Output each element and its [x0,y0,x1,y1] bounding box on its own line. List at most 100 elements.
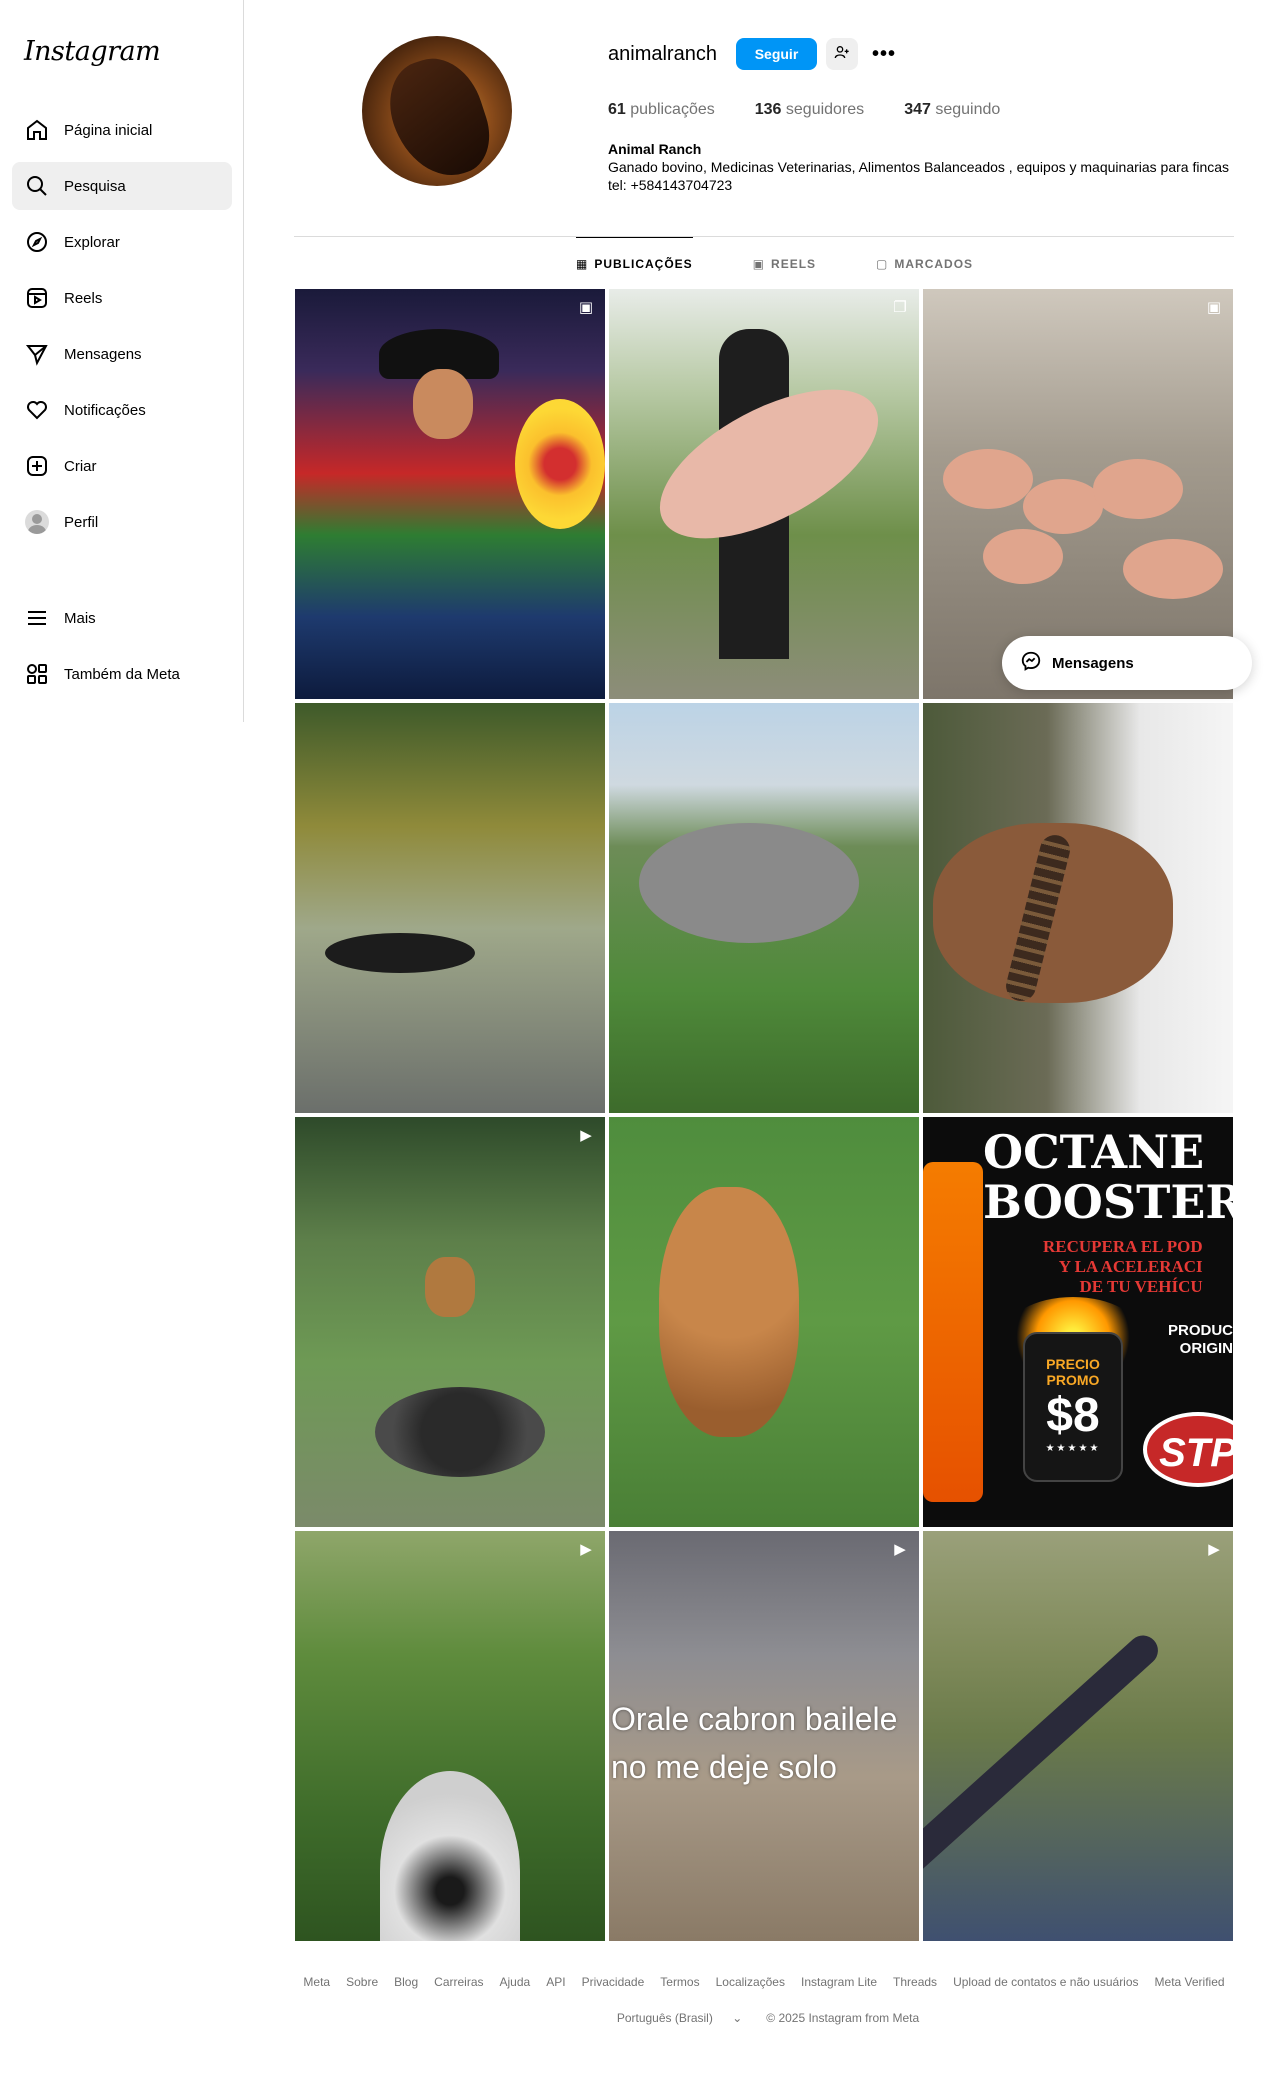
following-number: 347 [904,101,931,118]
post-tile[interactable] [923,703,1233,1113]
sidebar-item-home[interactable]: Página inicial [12,106,232,154]
sidebar-item-create[interactable]: Criar [12,442,232,490]
post-tile[interactable]: Orale cabron bailele no me deje solo ▶ [609,1531,919,1941]
post-tile[interactable]: ▣ [295,289,605,699]
posts-count: 61 publicações [608,101,715,119]
profile-bio: Ganado bovino, Medicinas Veterinarias, A… [608,158,1248,194]
sidebar-item-label: Mais [64,609,96,627]
post-tile[interactable]: ▶ [295,1117,605,1527]
price-tag-value: $8 [1046,1389,1100,1442]
ad-product-line: PRODUC [1167,1322,1233,1339]
sidebar-item-more[interactable]: Mais [12,594,232,642]
posts-grid: ▣ ❐ ▣ ▶ OCTANE BOOSTER RECUPERA EL POD Y L… [295,289,1233,1941]
horse-head-image [377,47,501,186]
search-icon [24,173,50,199]
post-tile[interactable]: ▶ [295,1531,605,1941]
post-tile[interactable]: ❐ [609,289,919,699]
follow-button[interactable]: Seguir [736,38,817,70]
tab-tagged[interactable]: ▢ MARCADOS [876,237,973,289]
menu-icon [24,605,50,631]
messenger-icon [1020,650,1052,676]
footer-link[interactable]: API [546,1975,565,1989]
footer-link[interactable]: Termos [660,1975,699,1989]
footer-link[interactable]: Sobre [346,1975,378,1989]
messages-floating-button[interactable]: Mensagens [1002,636,1252,690]
post-tile[interactable]: ▶ [923,1531,1233,1941]
send-icon [24,341,50,367]
footer-link[interactable]: Threads [893,1975,937,1989]
horse-shape [639,823,859,943]
tab-posts[interactable]: ▦ PUBLICAÇÕES [576,237,693,289]
compass-icon [24,229,50,255]
posts-label: publicações [630,101,715,118]
sidebar-item-label: Explorar [64,233,120,251]
bottle-shape [923,1162,983,1502]
copyright: © 2025 Instagram from Meta [766,2011,920,2025]
carousel-badge-icon: ❐ [893,299,907,316]
post-tile[interactable]: OCTANE BOOSTER RECUPERA EL POD Y LA ACELER… [923,1117,1233,1527]
footer-links: Meta Sobre Blog Carreiras Ajuda API Priv… [295,1975,1233,1989]
reel-badge-icon: ▣ [578,299,594,316]
profile-picture[interactable] [362,36,512,186]
stp-logo: STP [1143,1412,1233,1487]
followers-count[interactable]: 136 seguidores [755,101,864,119]
ad-title-line: BOOSTER [983,1175,1233,1229]
tab-reels[interactable]: ▣ REELS [753,237,816,289]
profile-username: animalranch [608,43,717,65]
add-person-icon [834,44,850,65]
footer-link[interactable]: Instagram Lite [801,1975,877,1989]
play-icon: ▶ [580,1127,592,1144]
sidebar-item-meta[interactable]: Também da Meta [12,650,232,698]
footer-link[interactable]: Upload de contatos e não usuários [953,1975,1138,1989]
post-tile[interactable] [295,703,605,1113]
chevron-down-icon: ⌄ [732,2011,743,2025]
play-icon: ▶ [580,1541,592,1558]
horse-ears-shape [380,1771,520,1941]
language-select[interactable]: Português (Brasil) ⌄ [609,2011,750,2025]
ad-product-text: PRODUC ORIGIN [1168,1322,1233,1358]
sidebar-item-explore[interactable]: Explorar [12,218,232,266]
sidebar-item-profile[interactable]: Perfil [12,498,232,546]
sidebar-item-label: Pesquisa [64,177,126,195]
footer-link[interactable]: Meta Verified [1155,1975,1225,1989]
stick-shape [923,1629,1165,1933]
pig-shape [1093,459,1183,519]
pig-shape [1123,539,1223,599]
sidebar-item-notifications[interactable]: Notificações [12,386,232,434]
sidebar-item-messages[interactable]: Mensagens [12,330,232,378]
tagged-icon: ▢ [876,256,889,271]
price-tag-label: PRECIO PROMO [1046,1356,1100,1388]
face-shape [413,369,473,439]
post-tile[interactable] [609,1117,919,1527]
profile-full-name: Animal Ranch [608,141,702,157]
footer-link[interactable]: Carreiras [434,1975,483,1989]
sidebar-item-label: Mensagens [64,345,142,363]
price-tag-stars: ★★★★★ [1045,1443,1101,1454]
ad-subtitle-line: DE TU VEHÍCU [1079,1277,1203,1296]
grid-icon: ▦ [576,256,589,271]
sidebar: Instagram Página inicial Pesquisa Explor… [0,0,244,722]
fawn-shape [659,1187,799,1437]
following-count[interactable]: 347 seguindo [904,101,1000,119]
profile-icon-wrap [24,509,50,535]
reels-icon [24,285,50,311]
footer-link[interactable]: Ajuda [500,1975,531,1989]
footer-link[interactable]: Localizações [716,1975,785,1989]
tab-label: PUBLICAÇÕES [594,256,693,271]
pig-shape [943,449,1033,509]
sidebar-item-label: Perfil [64,513,99,531]
footer-link[interactable]: Blog [394,1975,418,1989]
ad-title: OCTANE BOOSTER [983,1127,1233,1227]
suggested-accounts-button[interactable] [826,38,858,70]
footer-link[interactable]: Meta [303,1975,330,1989]
sidebar-item-reels[interactable]: Reels [12,274,232,322]
instagram-logo[interactable]: Instagram [24,36,161,67]
sidebar-item-search[interactable]: Pesquisa [12,162,232,210]
followers-number: 136 [754,101,782,118]
avatar [25,510,49,534]
footer-link[interactable]: Privacidade [582,1975,645,1989]
post-tile[interactable] [609,703,919,1113]
options-button[interactable]: ••• [868,38,900,70]
footer-bottom: Português (Brasil) ⌄ © 2025 Instagram fr… [295,2011,1233,2025]
ad-subtitle: RECUPERA EL POD Y LA ACELERACI DE TU VEHÍC… [1043,1237,1203,1297]
